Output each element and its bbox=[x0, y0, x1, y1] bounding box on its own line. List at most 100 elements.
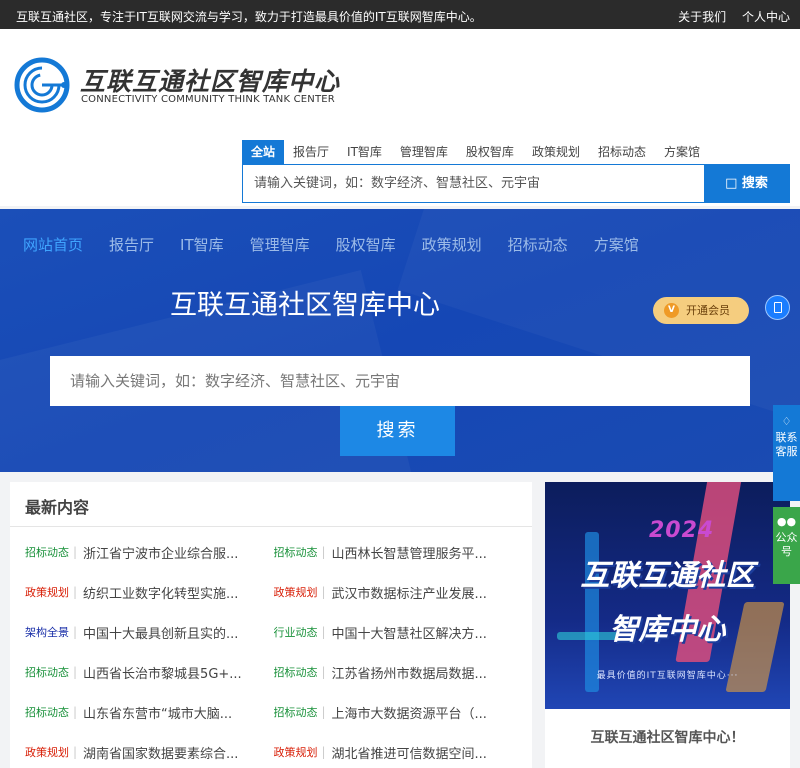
news-item[interactable]: 政策规划 | 湖北省推进可信数据空间... bbox=[274, 743, 523, 762]
separator: | bbox=[321, 665, 326, 679]
news-category-tag[interactable]: 行业动态 bbox=[274, 624, 318, 640]
main-nav: 网站首页 报告厅 IT智库 管理智库 股权智库 政策规划 招标动态 方案馆 bbox=[23, 234, 665, 255]
news-item[interactable]: 政策规划 | 武汉市数据标注产业发展... bbox=[274, 583, 523, 602]
about-us-link[interactable]: 关于我们 bbox=[678, 10, 726, 24]
news-title[interactable]: 上海市大数据资源平台（... bbox=[332, 703, 502, 722]
promo-headline-1: 互联互通社区 bbox=[580, 558, 755, 592]
tab-policy[interactable]: 政策规划 bbox=[523, 140, 589, 164]
vip-icon: V bbox=[664, 303, 679, 318]
nav-report-hall[interactable]: 报告厅 bbox=[109, 234, 154, 255]
news-row: 招标动态 | 山东省东营市“城市大脑... 招标动态 | 上海市大数据资源平台（... bbox=[25, 692, 522, 732]
news-title[interactable]: 湖南省国家数据要素综合... bbox=[83, 743, 253, 762]
tab-all[interactable]: 全站 bbox=[242, 140, 285, 164]
news-category-tag[interactable]: 招标动态 bbox=[274, 544, 318, 560]
wechat-account-label: 公众号 bbox=[775, 531, 798, 558]
news-title[interactable]: 纺织工业数字化转型实施... bbox=[83, 583, 253, 602]
banner-search-input[interactable]: 请输入关键词，如：数字经济、智慧社区、元宇宙 bbox=[50, 356, 750, 406]
wechat-icon: ●● bbox=[776, 515, 797, 528]
promo-image[interactable]: 2024 互联互通社区 智库中心 最具价值的IT互联网智库中心··· bbox=[545, 482, 790, 709]
news-title[interactable]: 山西林长智慧管理服务平... bbox=[332, 543, 502, 562]
banner-title: 互联互通社区智库中心 bbox=[170, 290, 440, 321]
news-title[interactable]: 湖北省推进可信数据空间... bbox=[332, 743, 502, 762]
news-row: 架构全景 | 中国十大最具创新且实的... 行业动态 | 中国十大智慧社区解决方... bbox=[25, 612, 522, 652]
separator: | bbox=[73, 585, 78, 599]
news-category-tag[interactable]: 招标动态 bbox=[25, 664, 69, 680]
news-category-tag[interactable]: 招标动态 bbox=[274, 664, 318, 680]
news-category-tag[interactable]: 政策规划 bbox=[25, 584, 69, 600]
search-icon: □ bbox=[725, 176, 738, 191]
nav-it-think-tank[interactable]: IT智库 bbox=[180, 234, 224, 255]
news-item[interactable]: 行业动态 | 中国十大智慧社区解决方... bbox=[274, 623, 523, 642]
news-title[interactable]: 山西省长治市黎城县5G+... bbox=[83, 663, 253, 682]
separator: | bbox=[321, 625, 326, 639]
latest-content-card: 最新内容 招标动态 | 浙江省宁波市企业综合服... 招标动态 | 山西林长智慧管理服务平… bbox=[10, 482, 532, 768]
news-category-tag[interactable]: 架构全景 bbox=[25, 624, 69, 640]
diamond-icon: ♢ bbox=[781, 415, 792, 428]
nav-policy[interactable]: 政策规划 bbox=[422, 234, 482, 255]
banner-search-button[interactable]: 搜索 bbox=[340, 406, 455, 456]
news-category-tag[interactable]: 招标动态 bbox=[274, 704, 318, 720]
news-item[interactable]: 招标动态 | 江苏省扬州市数据局数据... bbox=[274, 663, 523, 682]
separator: | bbox=[73, 625, 78, 639]
news-title[interactable]: 江苏省扬州市数据局数据... bbox=[332, 663, 502, 682]
logo-title[interactable]: 互联互通社区智库中心 bbox=[80, 62, 340, 98]
news-category-tag[interactable]: 政策规划 bbox=[25, 744, 69, 760]
contact-service-button[interactable]: ♢ 联系客服 bbox=[773, 405, 800, 501]
news-title[interactable]: 中国十大智慧社区解决方... bbox=[332, 623, 502, 642]
header-search-button[interactable]: □ 搜索 bbox=[704, 165, 789, 202]
hero-banner: 网站首页 报告厅 IT智库 管理智库 股权智库 政策规划 招标动态 方案馆 互联… bbox=[0, 209, 800, 472]
search-category-tabs: 全站 报告厅 IT智库 管理智库 股权智库 政策规划 招标动态 方案馆 bbox=[242, 140, 709, 164]
separator: | bbox=[73, 705, 78, 719]
news-category-tag[interactable]: 政策规划 bbox=[274, 744, 318, 760]
news-row: 招标动态 | 山西省长治市黎城县5G+... 招标动态 | 江苏省扬州市数据局数据... bbox=[25, 652, 522, 692]
promo-caption[interactable]: 互联互通社区智库中心！ bbox=[545, 727, 790, 747]
news-item[interactable]: 招标动态 | 浙江省宁波市企业综合服... bbox=[25, 543, 274, 562]
nav-bidding[interactable]: 招标动态 bbox=[508, 234, 568, 255]
tab-solutions[interactable]: 方案馆 bbox=[655, 140, 709, 164]
top-bar: 互联互通社区，专注于IT互联网交流与学习，致力于打造最具价值的IT互联网智库中心… bbox=[0, 0, 800, 29]
news-category-tag[interactable]: 政策规划 bbox=[274, 584, 318, 600]
separator: | bbox=[321, 705, 326, 719]
site-header: 互联互通社区智库中心 CONNECTIVITY COMMUNITY THINK … bbox=[0, 29, 800, 206]
news-title[interactable]: 中国十大最具创新且实的... bbox=[83, 623, 253, 642]
latest-content-title: 最新内容 bbox=[25, 498, 90, 517]
separator: | bbox=[321, 745, 326, 759]
header-search-input[interactable]: 请输入关键词，如：数字经济、智慧社区、元宇宙 bbox=[243, 165, 705, 202]
separator: | bbox=[321, 545, 326, 559]
tab-management[interactable]: 管理智库 bbox=[391, 140, 457, 164]
tab-it-think-tank[interactable]: IT智库 bbox=[338, 140, 391, 164]
user-center-link[interactable]: 个人中心 bbox=[742, 10, 790, 24]
nav-equity[interactable]: 股权智库 bbox=[336, 234, 396, 255]
promo-card: 2024 互联互通社区 智库中心 最具价值的IT互联网智库中心··· 互联互通社… bbox=[545, 482, 790, 768]
promo-year: 2024 bbox=[649, 518, 715, 543]
promo-headline-2: 智库中心 bbox=[609, 612, 726, 646]
news-row: 政策规划 | 湖南省国家数据要素综合... 政策规划 | 湖北省推进可信数据空间... bbox=[25, 732, 522, 768]
news-item[interactable]: 招标动态 | 山西省长治市黎城县5G+... bbox=[25, 663, 274, 682]
news-item[interactable]: 招标动态 | 上海市大数据资源平台（... bbox=[274, 703, 523, 722]
phone-icon[interactable] bbox=[765, 295, 790, 320]
news-item[interactable]: 招标动态 | 山东省东营市“城市大脑... bbox=[25, 703, 274, 722]
news-item[interactable]: 招标动态 | 山西林长智慧管理服务平... bbox=[274, 543, 523, 562]
news-category-tag[interactable]: 招标动态 bbox=[25, 704, 69, 720]
contact-service-label: 联系客服 bbox=[775, 431, 798, 458]
vip-button[interactable]: V 开通会员 bbox=[653, 297, 749, 324]
news-item[interactable]: 架构全景 | 中国十大最具创新且实的... bbox=[25, 623, 274, 642]
news-category-tag[interactable]: 招标动态 bbox=[25, 544, 69, 560]
latest-content-header: 最新内容 bbox=[10, 482, 532, 527]
news-title[interactable]: 武汉市数据标注产业发展... bbox=[332, 583, 502, 602]
news-title[interactable]: 浙江省宁波市企业综合服... bbox=[83, 543, 253, 562]
news-title[interactable]: 山东省东营市“城市大脑... bbox=[83, 703, 253, 722]
news-item[interactable]: 政策规划 | 纺织工业数字化转型实施... bbox=[25, 583, 274, 602]
vip-label: 开通会员 bbox=[686, 304, 730, 317]
nav-home[interactable]: 网站首页 bbox=[23, 234, 83, 255]
tab-bidding[interactable]: 招标动态 bbox=[589, 140, 655, 164]
logo-icon[interactable] bbox=[14, 57, 70, 113]
tab-equity[interactable]: 股权智库 bbox=[457, 140, 523, 164]
nav-management[interactable]: 管理智库 bbox=[250, 234, 310, 255]
tab-report-hall[interactable]: 报告厅 bbox=[284, 140, 338, 164]
nav-solutions[interactable]: 方案馆 bbox=[594, 234, 639, 255]
news-item[interactable]: 政策规划 | 湖南省国家数据要素综合... bbox=[25, 743, 274, 762]
separator: | bbox=[73, 545, 78, 559]
news-row: 招标动态 | 浙江省宁波市企业综合服... 招标动态 | 山西林长智慧管理服务平... bbox=[25, 532, 522, 572]
wechat-account-button[interactable]: ●● 公众号 bbox=[773, 507, 800, 584]
